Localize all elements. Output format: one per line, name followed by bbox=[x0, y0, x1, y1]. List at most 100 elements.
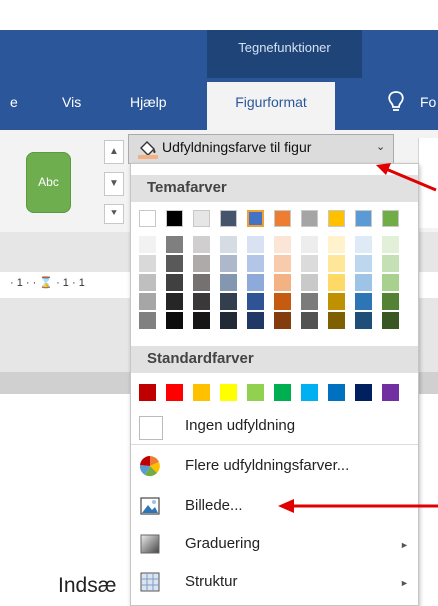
standard-color-swatch[interactable] bbox=[166, 384, 183, 401]
theme-shade-swatch[interactable] bbox=[382, 255, 399, 272]
theme-shade-swatch[interactable] bbox=[166, 312, 183, 329]
theme-shade-swatch[interactable] bbox=[328, 236, 345, 253]
theme-shade-swatch[interactable] bbox=[193, 312, 210, 329]
more-fill-colors-item[interactable]: Flere udfyldningsfarver... bbox=[131, 448, 418, 484]
gallery-scroll-down-button[interactable]: ▼ bbox=[104, 172, 124, 196]
standard-color-swatch[interactable] bbox=[328, 384, 345, 401]
texture-fill-label: Struktur bbox=[185, 573, 238, 590]
theme-shade-swatch[interactable] bbox=[193, 293, 210, 310]
no-fill-item[interactable]: Ingen udfyldning bbox=[131, 408, 418, 444]
paint-bucket-icon bbox=[138, 141, 158, 159]
title-area bbox=[0, 0, 438, 30]
theme-shade-swatch[interactable] bbox=[166, 274, 183, 291]
standard-color-swatch[interactable] bbox=[355, 384, 372, 401]
theme-shade-swatch[interactable] bbox=[247, 236, 264, 253]
theme-shade-swatch[interactable] bbox=[274, 236, 291, 253]
theme-shade-swatch[interactable] bbox=[274, 312, 291, 329]
theme-shade-swatch[interactable] bbox=[355, 293, 372, 310]
theme-color-swatch[interactable] bbox=[382, 210, 399, 227]
theme-shade-swatch[interactable] bbox=[301, 293, 318, 310]
theme-shade-swatch[interactable] bbox=[220, 312, 237, 329]
texture-fill-item[interactable]: Struktur ► bbox=[131, 564, 418, 600]
theme-shade-swatch[interactable] bbox=[328, 255, 345, 272]
theme-shade-swatch[interactable] bbox=[301, 236, 318, 253]
theme-shade-swatch[interactable] bbox=[247, 255, 264, 272]
theme-shade-swatch[interactable] bbox=[139, 293, 156, 310]
theme-shade-swatch[interactable] bbox=[139, 255, 156, 272]
theme-shade-swatch[interactable] bbox=[139, 236, 156, 253]
shape-style-preview[interactable]: Abc bbox=[26, 152, 71, 213]
standard-color-swatch[interactable] bbox=[274, 384, 291, 401]
gallery-more-button[interactable]: ⯆ bbox=[104, 204, 124, 224]
theme-shade-swatch[interactable] bbox=[247, 293, 264, 310]
theme-shade-swatch[interactable] bbox=[274, 274, 291, 291]
theme-shade-swatch[interactable] bbox=[220, 255, 237, 272]
theme-shade-swatch[interactable] bbox=[139, 274, 156, 291]
tab-partial[interactable]: e bbox=[10, 94, 18, 110]
standard-color-swatch[interactable] bbox=[247, 384, 264, 401]
theme-shade-swatch[interactable] bbox=[193, 236, 210, 253]
theme-shade-swatch[interactable] bbox=[328, 312, 345, 329]
theme-shade-swatch[interactable] bbox=[355, 274, 372, 291]
theme-shade-swatch[interactable] bbox=[382, 274, 399, 291]
lightbulb-icon[interactable] bbox=[385, 90, 407, 114]
tab-help[interactable]: Hjælp bbox=[130, 94, 167, 110]
theme-shade-swatch[interactable] bbox=[193, 255, 210, 272]
theme-shade-swatch[interactable] bbox=[382, 293, 399, 310]
standard-colors-label: Standardfarver bbox=[147, 350, 254, 367]
standard-color-swatch[interactable] bbox=[220, 384, 237, 401]
picture-fill-label: Billede... bbox=[185, 497, 243, 514]
theme-shade-swatch[interactable] bbox=[220, 236, 237, 253]
shape-fill-label: Udfyldningsfarve til figur bbox=[162, 139, 312, 155]
theme-colors-label: Temafarver bbox=[147, 179, 227, 196]
tab-view[interactable]: Vis bbox=[62, 94, 81, 110]
theme-color-swatch[interactable] bbox=[301, 210, 318, 227]
theme-color-swatch[interactable] bbox=[193, 210, 210, 227]
gallery-scroll-up-button[interactable]: ▲ bbox=[104, 140, 124, 164]
theme-color-swatch[interactable] bbox=[355, 210, 372, 227]
chevron-down-icon: ⌄ bbox=[376, 141, 386, 153]
theme-shade-swatch[interactable] bbox=[166, 255, 183, 272]
gradient-fill-item[interactable]: Graduering ► bbox=[131, 526, 418, 562]
theme-shade-swatch[interactable] bbox=[355, 255, 372, 272]
document-text: Indsæ bbox=[58, 574, 117, 597]
theme-color-swatch[interactable] bbox=[139, 210, 156, 227]
theme-shade-swatch[interactable] bbox=[193, 274, 210, 291]
theme-shade-swatch[interactable] bbox=[382, 312, 399, 329]
submenu-arrow-icon: ► bbox=[400, 540, 409, 550]
theme-color-swatch[interactable] bbox=[247, 210, 264, 227]
theme-color-swatch[interactable] bbox=[220, 210, 237, 227]
theme-shade-swatch[interactable] bbox=[139, 312, 156, 329]
tab-shape-format-label: Figurformat bbox=[235, 94, 307, 110]
theme-color-swatch[interactable] bbox=[274, 210, 291, 227]
standard-color-swatch[interactable] bbox=[139, 384, 156, 401]
standard-color-swatch[interactable] bbox=[382, 384, 399, 401]
theme-shade-swatch[interactable] bbox=[166, 236, 183, 253]
theme-shade-swatch[interactable] bbox=[355, 236, 372, 253]
annotation-arrow-icon bbox=[376, 163, 437, 192]
theme-shade-swatch[interactable] bbox=[301, 274, 318, 291]
theme-shade-swatch[interactable] bbox=[247, 274, 264, 291]
theme-shade-swatch[interactable] bbox=[301, 312, 318, 329]
no-fill-label: Ingen udfyldning bbox=[185, 417, 296, 434]
theme-shade-swatch[interactable] bbox=[301, 255, 318, 272]
theme-shade-swatch[interactable] bbox=[274, 293, 291, 310]
contextual-group-label: Tegnefunktioner bbox=[238, 40, 331, 55]
standard-color-swatch[interactable] bbox=[193, 384, 210, 401]
submenu-arrow-icon: ► bbox=[400, 578, 409, 588]
gradient-fill-label: Graduering bbox=[185, 535, 261, 552]
theme-shade-swatch[interactable] bbox=[166, 293, 183, 310]
tab-format-partial[interactable]: Fo bbox=[420, 94, 436, 110]
theme-color-swatch[interactable] bbox=[328, 210, 345, 227]
theme-shade-swatch[interactable] bbox=[328, 293, 345, 310]
theme-color-swatch[interactable] bbox=[166, 210, 183, 227]
theme-shade-swatch[interactable] bbox=[355, 312, 372, 329]
theme-shade-swatch[interactable] bbox=[382, 236, 399, 253]
menu-separator bbox=[131, 444, 418, 445]
theme-shade-swatch[interactable] bbox=[220, 293, 237, 310]
standard-color-swatch[interactable] bbox=[301, 384, 318, 401]
theme-shade-swatch[interactable] bbox=[247, 312, 264, 329]
theme-shade-swatch[interactable] bbox=[220, 274, 237, 291]
theme-shade-swatch[interactable] bbox=[274, 255, 291, 272]
theme-shade-swatch[interactable] bbox=[328, 274, 345, 291]
